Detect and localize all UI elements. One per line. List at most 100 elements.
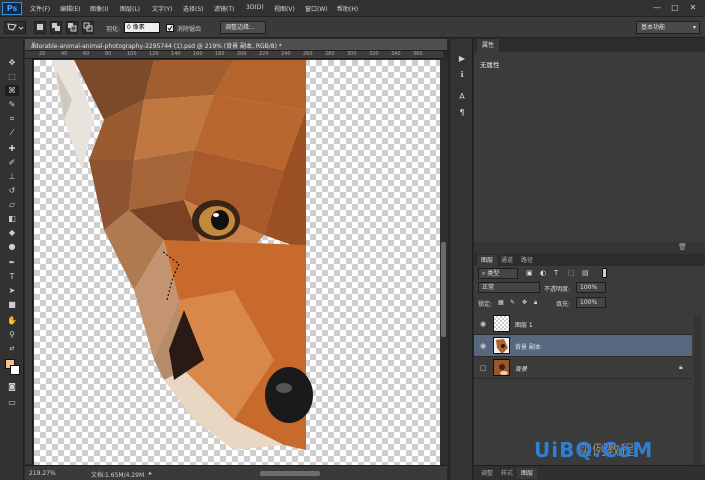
crop-tool-icon[interactable]: ⌗ [5, 113, 19, 124]
watermark: UiBQ.CoM [534, 438, 654, 462]
eye-icon[interactable]: ◉ [480, 320, 486, 328]
menu-filter[interactable]: 滤镜(T) [214, 4, 234, 13]
filter-shape-icon[interactable]: ⬚ [568, 269, 575, 277]
eraser-tool-icon[interactable]: ▱ [5, 199, 19, 210]
lasso-tool-icon[interactable]: ⌘ [5, 85, 19, 96]
blur-tool-icon[interactable]: ◆ [5, 227, 19, 238]
zoom-level[interactable]: 219.27% [29, 470, 56, 477]
dodge-tool-icon[interactable]: ● [5, 241, 19, 252]
tab-layers[interactable]: 图层 [477, 255, 498, 266]
background-color-swatch[interactable] [10, 365, 20, 375]
properties-tab[interactable]: 属性 [477, 39, 500, 52]
tab-channels[interactable]: 通道 [497, 255, 517, 266]
minimize-icon[interactable]: — [650, 2, 664, 13]
workspace-select[interactable]: 基本功能 ▾ [636, 21, 700, 34]
lock-position-icon[interactable]: ✥ [522, 299, 527, 306]
close-document-icon[interactable]: × [31, 41, 36, 48]
ruler-mark: 200 [237, 51, 247, 57]
pen-tool-icon[interactable]: ✒ [5, 257, 19, 268]
paragraph-icon[interactable]: ¶ [456, 107, 468, 119]
filter-type-icon[interactable]: T [554, 269, 558, 277]
ruler-mark: 280 [325, 51, 335, 57]
layer-name[interactable]: 图层 1 [515, 320, 533, 329]
vertical-scroll-thumb[interactable] [441, 242, 446, 337]
history-brush-tool-icon[interactable]: ↺ [5, 185, 19, 196]
antialias-checkbox[interactable] [166, 24, 174, 32]
canvas[interactable] [34, 60, 440, 465]
close-icon[interactable]: ✕ [686, 2, 700, 13]
menu-window[interactable]: 窗口(W) [305, 4, 328, 13]
quick-mask-icon[interactable]: ◙ [5, 381, 19, 392]
tab-paths[interactable]: 路径 [517, 255, 537, 266]
layer-filter-select[interactable]: ⌕ 类型 [478, 268, 518, 279]
subtract-selection-icon[interactable] [66, 21, 78, 34]
vertical-ruler [25, 59, 33, 464]
maximize-icon[interactable]: □ [668, 2, 682, 13]
layer-row[interactable]: ◉ 图层 1 [474, 313, 692, 335]
menu-help[interactable]: 帮助(H) [337, 4, 358, 13]
status-menu-arrow-icon[interactable]: ▸ [149, 470, 152, 477]
add-selection-icon[interactable] [50, 21, 62, 34]
filter-smart-object-icon[interactable]: ▤ [582, 269, 589, 277]
menu-3d[interactable]: 3D(D) [246, 4, 264, 11]
clone-stamp-tool-icon[interactable]: ⊥ [5, 171, 19, 182]
eye-icon[interactable]: ◉ [480, 342, 486, 350]
screen-mode-icon[interactable]: ▭ [5, 397, 19, 408]
healing-brush-tool-icon[interactable]: ✚ [5, 143, 19, 154]
layer-row[interactable]: ▢ 背景 🔒︎ [474, 357, 692, 379]
fill-input[interactable]: 100% [576, 297, 606, 308]
lock-icon: 🔒︎ [679, 363, 683, 371]
refine-edge-button[interactable]: 调整边缘... [220, 21, 266, 34]
menu-file[interactable]: 文件(F) [30, 4, 50, 13]
move-tool-icon[interactable]: ✥ [5, 57, 19, 68]
type-tool-icon[interactable]: T [5, 271, 19, 282]
marquee-tool-icon[interactable]: ⬚ [5, 71, 19, 82]
rectangle-tool-icon[interactable]: ■ [5, 299, 19, 310]
menu-layer[interactable]: 图层(L) [120, 4, 140, 13]
info-icon[interactable]: ℹ [456, 69, 468, 81]
layer-name[interactable]: 背景 副本 [515, 342, 541, 351]
zoom-tool-icon[interactable]: ⚲ [5, 329, 19, 340]
actions-play-icon[interactable]: ▶ [456, 53, 468, 65]
opacity-input[interactable]: 100% [576, 282, 606, 293]
feather-input[interactable]: 0 像素 [124, 22, 160, 33]
workspace-label: 基本功能 [641, 24, 666, 31]
lock-pixels-icon[interactable]: ✎ [510, 299, 515, 306]
gradient-tool-icon[interactable]: ◧ [5, 213, 19, 224]
filter-adjustment-icon[interactable]: ◐ [540, 269, 546, 277]
layers-bottom-tabs: 调整 样式 图层 [474, 465, 705, 480]
filter-pixel-icon[interactable]: ▣ [526, 269, 533, 277]
filter-toggle[interactable] [602, 268, 607, 278]
brush-tool-icon[interactable]: ✐ [5, 157, 19, 168]
document-tab[interactable]: adorable-animal-animal-photography-22957… [25, 39, 447, 51]
intersect-selection-icon[interactable] [82, 21, 94, 34]
quick-select-tool-icon[interactable]: ✎ [5, 99, 19, 110]
new-selection-icon[interactable] [34, 21, 46, 34]
menu-select[interactable]: 选择(S) [183, 4, 204, 13]
menu-view[interactable]: 视图(V) [274, 4, 295, 13]
vertical-scrollbar[interactable] [440, 59, 447, 464]
layers-scrollbar[interactable] [694, 315, 701, 465]
layer-row[interactable]: ◉ 背景 副本 [474, 335, 692, 357]
menu-image[interactable]: 图像(I) [90, 4, 108, 13]
swap-colors-icon[interactable]: ⇄ [5, 343, 19, 354]
ruler-mark: 260 [303, 51, 313, 57]
tab-adjustments[interactable]: 调整 [477, 468, 497, 479]
panel-dock: ▶ ℹ A ¶ [449, 39, 473, 480]
trash-icon[interactable]: 🗑 [678, 243, 687, 251]
horizontal-scroll-thumb[interactable] [260, 471, 320, 476]
hand-tool-icon[interactable]: ✋ [5, 315, 19, 326]
eyedropper-tool-icon[interactable]: ⁄ [5, 127, 19, 138]
menu-edit[interactable]: 编辑(E) [60, 4, 80, 13]
lock-transparent-icon[interactable]: ▦ [498, 299, 504, 306]
visibility-empty-box[interactable]: ▢ [480, 364, 487, 372]
tab-layers-bottom[interactable]: 图层 [517, 468, 538, 479]
blend-mode-select[interactable]: 正常 [478, 282, 540, 293]
path-selection-tool-icon[interactable]: ➤ [5, 285, 19, 296]
lock-all-icon[interactable]: 🔒︎ [534, 299, 537, 307]
menu-type[interactable]: 文字(Y) [152, 4, 172, 13]
lasso-tool-preset-picker[interactable] [4, 21, 26, 34]
character-icon[interactable]: A [456, 91, 468, 103]
tab-styles[interactable]: 样式 [497, 468, 517, 479]
layer-name[interactable]: 背景 [515, 364, 527, 373]
